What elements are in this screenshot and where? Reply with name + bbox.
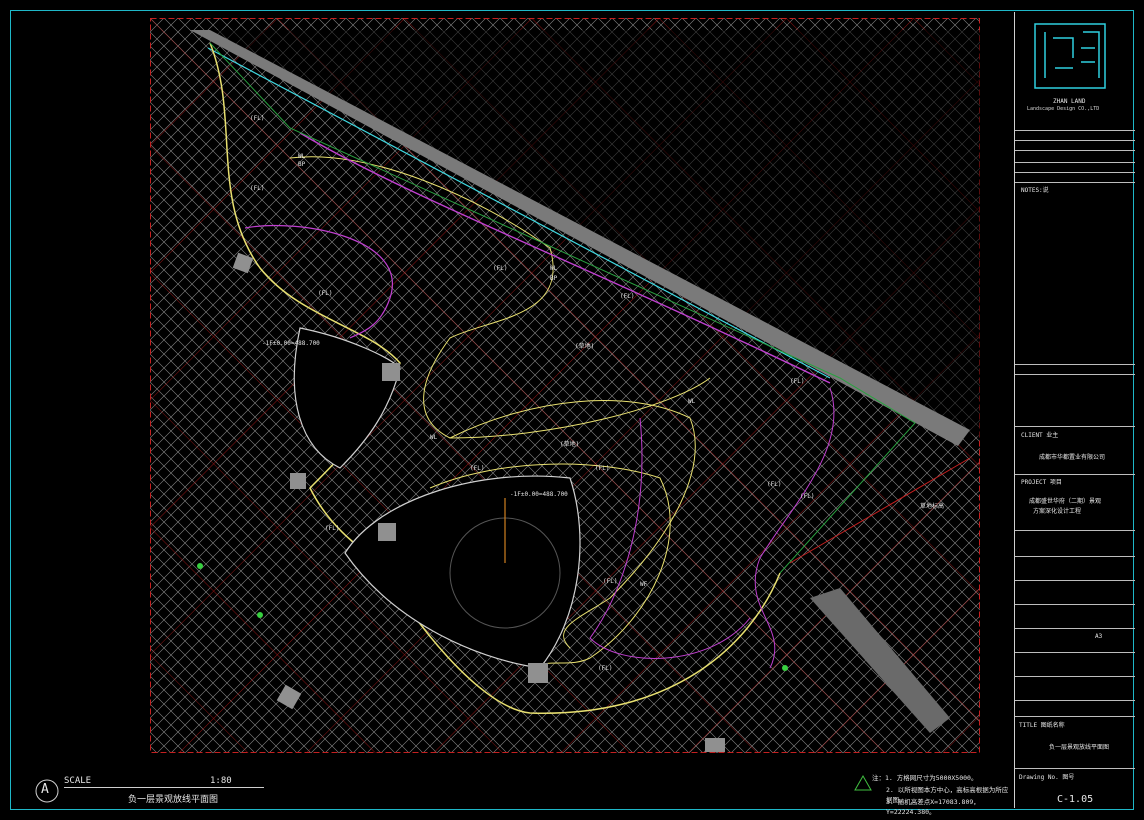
drawing-title-label: TITLE 图纸名称 (1019, 722, 1065, 729)
label-wl: WL (298, 153, 306, 160)
label-fl: (FL) (800, 493, 814, 500)
column-marker (528, 663, 548, 683)
warning-triangle-icon (854, 774, 872, 791)
divider (1015, 150, 1135, 151)
label-fl: (FL) (325, 525, 339, 532)
label-elevation-2: -1F±0.00=488.700 (510, 491, 568, 498)
label-wl: WL (550, 265, 558, 272)
scale-value: 1:80 (210, 776, 232, 786)
notes-title: NOTES:说 (1021, 187, 1049, 194)
label-legend-note: 草地标高 (920, 502, 944, 510)
note-line-1: 注：1. 方格网尺寸为5000X5000。 (872, 774, 978, 782)
label-fl: (FL) (603, 578, 617, 585)
label-fl: (FL) (598, 665, 612, 672)
drawing-title-value: 负一层景观放线平面图 (1049, 744, 1110, 751)
divider (1015, 364, 1135, 365)
label-fl: (FL) (767, 481, 781, 488)
column-marker (705, 738, 725, 752)
divider (1015, 604, 1135, 605)
note-line-3: 3. 随机高差点X=17083.809，Y=22224.380。 (886, 798, 980, 816)
site-plan-area: (FL) WL BP (FL) (FL) (FL) WL BP (FL) (草地… (150, 18, 980, 753)
company-subtitle: Landscape Design CO.,LTD (1027, 106, 1100, 112)
title-block: ZHAN LAND Landscape Design CO.,LTD NOTES… (1014, 12, 1135, 808)
label-wf: WF (640, 581, 648, 588)
label-elevation-1: -1F±0.00=488.700 (262, 340, 320, 347)
divider (1015, 162, 1135, 163)
sheet-size: A3 (1095, 633, 1103, 640)
divider (1015, 700, 1135, 701)
label-wl: WL (688, 398, 696, 405)
client-label: CLIENT 业主 (1021, 432, 1059, 439)
drawing-no-label: Drawing No. 图号 (1019, 774, 1075, 781)
divider (1015, 716, 1135, 717)
label-lawn: (草地) (575, 342, 594, 350)
label-wl: WL (430, 434, 438, 441)
label-fl: (FL) (620, 293, 634, 300)
label-fl: (FL) (250, 115, 264, 122)
divider (1015, 652, 1135, 653)
label-fl: (FL) (595, 465, 609, 472)
divider (1015, 628, 1135, 629)
scale-letter: A (41, 782, 49, 797)
label-bp: BP (550, 275, 558, 282)
divider (1015, 172, 1135, 173)
survey-point (782, 665, 788, 671)
label-fl: (FL) (470, 465, 484, 472)
survey-point (197, 563, 203, 569)
label-fl: (FL) (250, 185, 264, 192)
divider (1015, 182, 1135, 183)
divider (1015, 676, 1135, 677)
scale-underline (64, 787, 264, 788)
divider (1015, 580, 1135, 581)
site-plan-svg: (FL) WL BP (FL) (FL) (FL) WL BP (FL) (草地… (150, 18, 980, 753)
column-marker (290, 473, 306, 489)
drawing-no-value: C-1.05 (1057, 794, 1094, 805)
label-fl: (FL) (493, 265, 507, 272)
divider (1015, 426, 1135, 427)
divider (1015, 530, 1135, 531)
project-value-1: 成都盛世华府（二期）景观 (1029, 498, 1102, 505)
scale-block: A SCALE 1:80 负一层景观放线平面图 (30, 770, 270, 810)
company-logo-icon (1034, 23, 1106, 89)
project-value-2: 方案深化设计工程 (1033, 508, 1082, 515)
column-marker (378, 523, 396, 541)
column-marker (382, 363, 400, 381)
survey-point (257, 612, 263, 618)
project-label: PROJECT 项目 (1021, 479, 1062, 486)
plan-title: 负一层景观放线平面图 (128, 795, 219, 805)
divider (1015, 140, 1135, 141)
company-name: ZHAN LAND (1053, 98, 1086, 105)
divider (1015, 130, 1135, 131)
divider (1015, 768, 1135, 769)
divider (1015, 474, 1135, 475)
scale-label: SCALE (64, 776, 92, 786)
notes-block: 注：1. 方格网尺寸为5000X5000。 2. 以所视图本方中心，高标高根据为… (854, 770, 1012, 816)
label-lawn: (草地) (560, 440, 579, 448)
client-value: 成都市华都置业有限公司 (1039, 454, 1106, 461)
label-bp: BP (298, 161, 306, 168)
divider (1015, 556, 1135, 557)
divider (1015, 374, 1135, 375)
label-fl: (FL) (318, 290, 332, 297)
label-fl: (FL) (790, 378, 804, 385)
